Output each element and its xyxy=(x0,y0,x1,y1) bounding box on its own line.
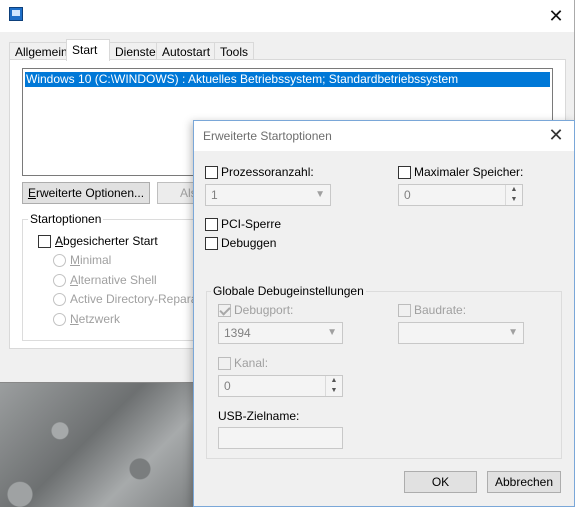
radio-active-directory[interactable] xyxy=(53,293,66,306)
msconfig-app-icon xyxy=(9,7,23,21)
cpu-count-select[interactable]: 1 ▼ xyxy=(205,184,331,206)
debug-port-select[interactable]: 1394 ▼ xyxy=(218,322,343,344)
close-icon[interactable]: ✕ xyxy=(546,125,566,145)
channel-label: Kanal: xyxy=(234,356,269,370)
usb-target-label: USB-Zielname: xyxy=(218,409,300,423)
spin-down-icon[interactable]: ▼ xyxy=(326,386,342,396)
debug-port-value: 1394 xyxy=(224,326,251,340)
max-memory-stepper[interactable]: 0 ▲ ▼ xyxy=(398,184,523,206)
mnemonic-e: E xyxy=(27,186,36,200)
mnemonic-m: M xyxy=(70,253,80,267)
tab-autostart[interactable]: Autostart xyxy=(156,42,215,60)
radio-minimal[interactable] xyxy=(53,254,66,267)
debug-checkbox[interactable] xyxy=(205,237,218,250)
stepper-buttons: ▲ ▼ xyxy=(505,185,522,205)
radio-active-directory-label: Active Directory-Reparatu xyxy=(70,292,208,306)
debug-label: Debuggen xyxy=(221,236,277,250)
cpu-count-label: Prozessoranzahl: xyxy=(221,165,314,179)
stepper-buttons: ▲ ▼ xyxy=(325,376,342,396)
channel-checkbox[interactable] xyxy=(218,357,231,370)
debug-port-label: Debugport: xyxy=(234,303,294,317)
advanced-options-button[interactable]: Erweiterte Optionen... xyxy=(22,182,150,204)
chevron-down-icon: ▼ xyxy=(508,327,518,338)
safe-boot-text: bgesicherter Start xyxy=(63,234,158,248)
alternative-shell-text: lternative Shell xyxy=(78,273,157,287)
ok-button[interactable]: OK xyxy=(404,471,477,493)
spin-down-icon[interactable]: ▼ xyxy=(506,195,522,205)
baud-rate-label: Baudrate: xyxy=(414,303,467,317)
max-memory-checkbox[interactable] xyxy=(398,166,411,179)
baud-rate-checkbox[interactable] xyxy=(398,304,411,317)
tab-tools[interactable]: Tools xyxy=(214,42,254,60)
boot-options-label: Startoptionen xyxy=(28,212,104,226)
radio-network-label: Netzwerk xyxy=(70,312,120,327)
debug-port-checkbox[interactable] xyxy=(218,304,231,317)
channel-stepper[interactable]: 0 ▲ ▼ xyxy=(218,375,343,397)
desktop-wallpaper xyxy=(0,380,200,507)
mnemonic-a: A xyxy=(55,234,64,248)
advanced-boot-options-dialog: Erweiterte Startoptionen ✕ Prozessoranza… xyxy=(193,120,575,507)
boot-entry-selected[interactable]: Windows 10 (C:\WINDOWS) : Aktuelles Betr… xyxy=(25,72,550,87)
chevron-down-icon: ▼ xyxy=(327,327,337,338)
advanced-options-label: rweiterte Optionen... xyxy=(35,186,145,200)
network-text: etzwerk xyxy=(78,312,121,326)
pci-lock-checkbox[interactable] xyxy=(205,218,218,231)
minimal-text: inimal xyxy=(80,253,112,267)
max-memory-label: Maximaler Speicher: xyxy=(414,165,524,179)
tab-allgemein[interactable]: Allgemein xyxy=(9,42,68,60)
safe-boot-label: Abgesicherter Start xyxy=(55,234,158,249)
tab-start[interactable]: Start xyxy=(66,39,110,61)
spin-up-icon[interactable]: ▲ xyxy=(506,185,522,195)
close-icon[interactable]: ✕ xyxy=(546,6,566,26)
usb-target-input[interactable] xyxy=(218,427,343,449)
channel-value: 0 xyxy=(224,379,231,393)
chevron-down-icon: ▼ xyxy=(315,189,325,200)
dialog-title-bar: Erweiterte Startoptionen ✕ xyxy=(194,121,574,151)
cpu-count-checkbox[interactable] xyxy=(205,166,218,179)
spin-up-icon[interactable]: ▲ xyxy=(326,376,342,386)
title-bar: ✕ xyxy=(0,0,574,32)
tab-dienste[interactable]: Dienste xyxy=(109,42,157,60)
pci-lock-label: PCI-Sperre xyxy=(221,217,282,231)
radio-network[interactable] xyxy=(53,313,66,326)
dialog-title: Erweiterte Startoptionen xyxy=(203,129,332,143)
mnemonic-n: N xyxy=(70,312,79,326)
radio-minimal-label: Minimal xyxy=(70,253,111,268)
global-debug-label: Globale Debugeinstellungen xyxy=(211,284,366,298)
safe-boot-checkbox[interactable] xyxy=(38,235,51,248)
radio-alternative-shell-label: Alternative Shell xyxy=(70,273,157,288)
cancel-button[interactable]: Abbrechen xyxy=(487,471,561,493)
max-memory-value: 0 xyxy=(404,188,411,202)
cpu-count-value: 1 xyxy=(211,188,218,202)
radio-alternative-shell[interactable] xyxy=(53,274,66,287)
baud-rate-select[interactable]: ▼ xyxy=(398,322,524,344)
mnemonic-a2: A xyxy=(70,273,79,287)
